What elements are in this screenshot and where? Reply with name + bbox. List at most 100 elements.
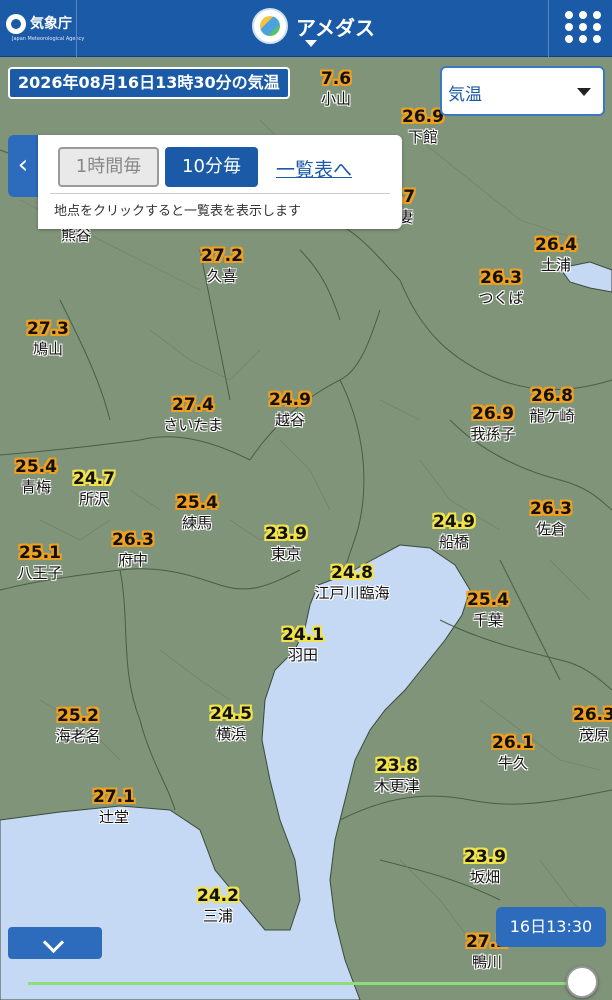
station-tsukuba[interactable]: 26.3 つくば — [451, 268, 551, 308]
station-value: 24.9 — [433, 512, 475, 532]
station-sakahata[interactable]: 23.9 坂畑 — [435, 847, 535, 887]
station-value: 27.4 — [172, 395, 214, 415]
station-value: 27.1 — [93, 787, 135, 807]
station-value: 25.2 — [57, 706, 99, 726]
station-value: 26.8 — [531, 386, 573, 406]
station-name: 所沢 — [78, 490, 109, 508]
station-value: 23.9 — [464, 847, 506, 867]
agency-english-name: Japan Meteorological Agency — [12, 36, 85, 42]
time-slider-track[interactable] — [28, 982, 583, 985]
hourly-button[interactable]: 1時間毎 — [58, 147, 159, 187]
chevron-left-icon: ‹ — [17, 150, 29, 180]
station-name: 東京 — [270, 545, 301, 563]
station-tokorozawa[interactable]: 24.7 所沢 — [44, 469, 144, 509]
station-miura[interactable]: 24.2 三浦 — [168, 886, 268, 926]
station-name: 三浦 — [202, 907, 233, 925]
station-ryugasaki[interactable]: 26.8 龍ケ崎 — [502, 386, 602, 426]
station-name: 千葉 — [472, 611, 503, 629]
station-ushiku[interactable]: 26.1 牛久 — [463, 733, 563, 773]
panel-hint-text: 地点をクリックすると一覧表を表示します — [54, 204, 302, 219]
chevron-down-icon[interactable] — [305, 40, 317, 47]
agency-name: 気象庁 — [30, 16, 72, 32]
station-value: 24.8 — [331, 563, 373, 583]
station-name: 羽田 — [287, 646, 318, 664]
station-value: 25.4 — [467, 590, 509, 610]
list-table-link[interactable]: 一覧表へ — [276, 155, 352, 182]
station-value: 26.1 — [492, 733, 534, 753]
app-header: 気象庁 Japan Meteorological Agency アメダス — [0, 0, 612, 57]
station-value: 23.8 — [376, 756, 418, 776]
station-name: 我孫子 — [470, 425, 516, 443]
station-value: 25.1 — [19, 543, 61, 563]
station-value: 27.2 — [201, 246, 243, 266]
station-value: 24.7 — [73, 469, 115, 489]
station-hachioji[interactable]: 25.1 八王子 — [0, 543, 90, 583]
jma-emblem-icon — [6, 14, 26, 34]
station-kuki[interactable]: 27.2 久喜 — [172, 246, 272, 286]
station-value: 26.3 — [530, 499, 572, 519]
panel-toggle-button[interactable]: ‹ — [8, 135, 38, 197]
header-divider — [548, 0, 549, 57]
station-name: 龍ケ崎 — [529, 407, 575, 425]
station-name: 八王子 — [17, 564, 63, 582]
station-ebina[interactable]: 25.2 海老名 — [28, 706, 128, 746]
station-value: 26.3 — [112, 530, 154, 550]
station-value: 25.4 — [176, 493, 218, 513]
station-name: 江戸川臨海 — [314, 584, 390, 602]
station-name: 越谷 — [274, 411, 305, 429]
element-select[interactable]: 気温 — [440, 66, 605, 116]
station-value: 24.1 — [282, 625, 324, 645]
station-kisarazu[interactable]: 23.8 木更津 — [347, 756, 447, 796]
panel-divider — [50, 193, 390, 194]
station-hatoyama[interactable]: 27.3 鳩山 — [0, 319, 98, 359]
station-name: 府中 — [117, 551, 148, 569]
collapse-down-button[interactable] — [8, 927, 102, 959]
display-options-panel: 1時間毎 10分毎 一覧表へ 地点をクリックすると一覧表を表示します — [38, 135, 402, 229]
station-sakura[interactable]: 26.3 佐倉 — [501, 499, 601, 539]
element-select-value: 気温 — [448, 85, 482, 105]
station-value: 26.3 — [480, 268, 522, 288]
station-value: 24.5 — [210, 704, 252, 724]
time-slider-handle[interactable] — [566, 966, 598, 998]
station-funabashi[interactable]: 24.9 船橋 — [404, 512, 504, 552]
ten-minute-button[interactable]: 10分毎 — [165, 147, 258, 187]
station-nerima[interactable]: 25.4 練馬 — [147, 493, 247, 533]
app-title[interactable]: アメダス — [296, 12, 375, 41]
station-koshigaya[interactable]: 24.9 越谷 — [240, 390, 340, 430]
chevron-down-icon — [577, 88, 591, 96]
station-name: 鳩山 — [32, 340, 63, 358]
station-name: 木更津 — [374, 777, 420, 795]
station-name: 佐倉 — [535, 520, 566, 538]
station-name: 辻堂 — [98, 808, 129, 826]
station-name: 横浜 — [215, 725, 246, 743]
station-haneda[interactable]: 24.1 羽田 — [253, 625, 353, 665]
station-value: 24.9 — [269, 390, 311, 410]
current-time-badge: 16日13:30 — [496, 907, 606, 947]
amedas-app-icon[interactable] — [252, 8, 288, 44]
menu-grid-icon[interactable] — [562, 8, 601, 46]
station-yokohama[interactable]: 24.5 横浜 — [181, 704, 281, 744]
station-chiba[interactable]: 25.4 千葉 — [438, 590, 538, 630]
observation-datetime-label: 2026年08月16日13時30分の気温 — [8, 67, 290, 99]
station-name: 鴨川 — [471, 953, 502, 971]
station-value: 27.3 — [27, 319, 69, 339]
station-tokyo[interactable]: 23.9 東京 — [236, 524, 336, 564]
station-oyama[interactable]: 7.6 小山 — [286, 69, 386, 109]
station-tsujido[interactable]: 27.1 辻堂 — [64, 787, 164, 827]
station-value: 7.6 — [320, 69, 352, 89]
station-name: 船橋 — [438, 533, 469, 551]
header-divider — [76, 0, 77, 57]
station-name: 久喜 — [206, 267, 237, 285]
station-name: 坂畑 — [469, 868, 500, 886]
station-edogawa-rinkai[interactable]: 24.8 江戸川臨海 — [302, 563, 402, 603]
station-name: 海老名 — [55, 727, 101, 745]
station-name: さいたま — [163, 416, 223, 434]
jma-logo[interactable]: 気象庁 Japan Meteorological Agency — [6, 10, 84, 46]
station-name: 牛久 — [497, 754, 528, 772]
station-name: 小山 — [320, 90, 351, 108]
station-value: 23.9 — [265, 524, 307, 544]
station-saitama[interactable]: 27.4 さいたま — [143, 395, 243, 435]
station-name: つくば — [478, 289, 524, 307]
station-fuchu[interactable]: 26.3 府中 — [83, 530, 183, 570]
station-value: 24.2 — [197, 886, 239, 906]
